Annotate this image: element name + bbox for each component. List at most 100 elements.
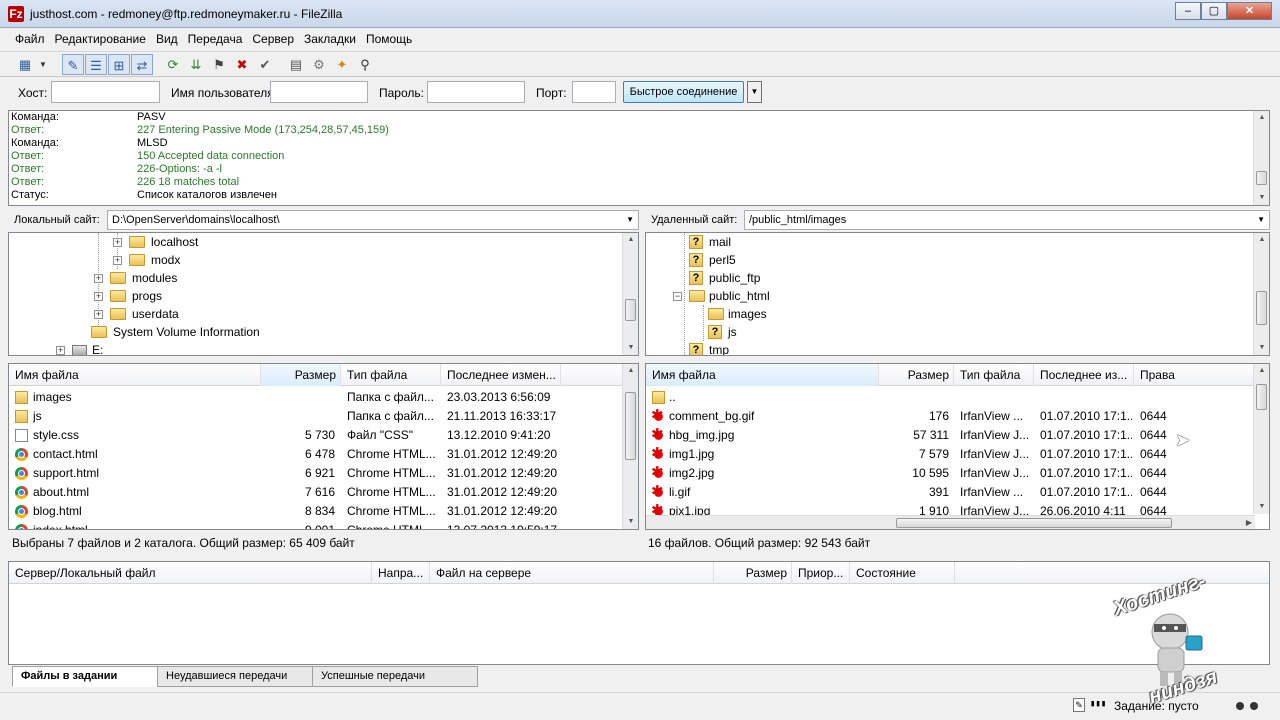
toggle-queue-icon[interactable]: ⇄ bbox=[131, 54, 153, 75]
remote-tree-scrollbar[interactable]: ▲ ▼ bbox=[1253, 233, 1269, 355]
table-row[interactable]: img2.jpg 10 595 IrfanView J... 01.07.2010 1… bbox=[646, 463, 1255, 483]
column-local-file[interactable]: Сервер/Локальный файл bbox=[9, 562, 372, 584]
collapse-icon[interactable]: − bbox=[673, 292, 682, 301]
expand-icon[interactable]: + bbox=[113, 256, 122, 265]
dropdown-arrow-icon[interactable]: ▼ bbox=[36, 54, 50, 75]
local-list-scrollbar[interactable]: ▲ ▼ bbox=[622, 364, 638, 529]
column-size[interactable]: Размер bbox=[714, 562, 792, 584]
quickconnect-button[interactable]: Быстрое соединение bbox=[623, 81, 744, 103]
log-type: Ответ: bbox=[11, 176, 45, 188]
table-row[interactable]: li.gif 391 IrfanView ... 01.07.2010 17:1...… bbox=[646, 482, 1255, 502]
column-size[interactable]: Размер bbox=[261, 364, 341, 386]
toggle-local-tree-icon[interactable]: ☰ bbox=[85, 54, 107, 75]
chevron-down-icon[interactable]: ▼ bbox=[626, 211, 634, 229]
column-filetype[interactable]: Тип файла bbox=[954, 364, 1034, 386]
expand-icon[interactable]: + bbox=[113, 238, 122, 247]
scroll-up-icon[interactable]: ▲ bbox=[1254, 233, 1269, 247]
refresh-icon[interactable]: ⟳ bbox=[162, 54, 184, 75]
port-input[interactable] bbox=[572, 81, 616, 103]
table-row[interactable]: style.css 5 730 Файл "CSS" 13.12.2010 9:41:… bbox=[9, 426, 638, 445]
column-filename[interactable]: Имя файла bbox=[9, 364, 261, 386]
remote-path-combo[interactable]: /public_html/images ▼ bbox=[744, 210, 1270, 230]
column-status[interactable]: Состояние bbox=[850, 562, 955, 584]
scroll-down-icon[interactable]: ▼ bbox=[623, 515, 638, 529]
tab-queued-files[interactable]: Файлы в задании bbox=[12, 666, 158, 687]
remote-list-hscrollbar[interactable]: ▶ bbox=[646, 515, 1255, 529]
tab-successful-transfers[interactable]: Успешные передачи bbox=[312, 666, 478, 687]
scroll-down-icon[interactable]: ▼ bbox=[623, 341, 638, 355]
toggle-log-icon[interactable]: ✎ bbox=[62, 54, 84, 75]
tab-failed-transfers[interactable]: Неудавшиеся передачи bbox=[157, 666, 313, 687]
scroll-thumb[interactable] bbox=[625, 299, 636, 321]
scroll-thumb[interactable] bbox=[1256, 384, 1267, 410]
menu-edit[interactable]: Редактирование bbox=[50, 29, 151, 50]
remote-list-scrollbar[interactable]: ▲ ▼ bbox=[1253, 364, 1269, 514]
scroll-down-icon[interactable]: ▼ bbox=[1254, 191, 1269, 205]
expand-icon[interactable]: + bbox=[94, 274, 103, 283]
menu-server[interactable]: Сервер bbox=[247, 29, 299, 50]
table-row[interactable]: comment_bg.gif 176 IrfanView ... 01.07.2010… bbox=[646, 406, 1255, 426]
menu-bookmarks[interactable]: Закладки bbox=[299, 29, 361, 50]
filter-icon[interactable]: ✦ bbox=[331, 54, 353, 75]
table-row[interactable]: .. bbox=[646, 388, 1255, 407]
scroll-up-icon[interactable]: ▲ bbox=[623, 233, 638, 247]
host-input[interactable] bbox=[51, 81, 160, 103]
table-row[interactable]: blog.html 8 834 Chrome HTML... 31.01.2012 1… bbox=[9, 502, 638, 521]
column-remote-file[interactable]: Файл на сервере bbox=[430, 562, 714, 584]
close-button[interactable]: ✕ bbox=[1227, 2, 1272, 20]
table-row[interactable]: js Папка с файл... 21.11.2013 16:33:17 bbox=[9, 407, 638, 426]
search-icon[interactable]: ⚲ bbox=[354, 54, 376, 75]
process-queue-icon[interactable]: ⇊ bbox=[185, 54, 207, 75]
log-scrollbar[interactable]: ▲ ▼ bbox=[1253, 111, 1269, 205]
scroll-up-icon[interactable]: ▲ bbox=[1254, 111, 1269, 125]
table-row[interactable]: contact.html 6 478 Chrome HTML... 31.01.201… bbox=[9, 445, 638, 464]
username-input[interactable] bbox=[270, 81, 368, 103]
table-row[interactable]: hbg_img.jpg 57 311 IrfanView J... 01.07.201… bbox=[646, 425, 1255, 445]
minimize-button[interactable]: – bbox=[1175, 2, 1201, 20]
password-input[interactable] bbox=[427, 81, 525, 103]
scroll-thumb[interactable] bbox=[1256, 291, 1267, 325]
table-row[interactable]: img1.jpg 7 579 IrfanView J... 01.07.2010 17… bbox=[646, 444, 1255, 464]
local-tree-scrollbar[interactable]: ▲ ▼ bbox=[622, 233, 638, 355]
disconnect-icon[interactable]: ✖ bbox=[231, 54, 253, 75]
expand-icon[interactable]: + bbox=[94, 310, 103, 319]
file-modified: 13.12.2010 9:41:20 bbox=[447, 428, 551, 442]
expand-icon[interactable]: + bbox=[56, 346, 65, 355]
reconnect-icon[interactable]: ✔ bbox=[254, 54, 276, 75]
table-row[interactable]: support.html 6 921 Chrome HTML... 31.01.201… bbox=[9, 464, 638, 483]
scroll-down-icon[interactable]: ▼ bbox=[1254, 500, 1269, 514]
column-direction[interactable]: Напра... bbox=[372, 562, 430, 584]
scroll-up-icon[interactable]: ▲ bbox=[623, 364, 638, 378]
column-permissions[interactable]: Права bbox=[1134, 364, 1254, 386]
file-modified: 01.07.2010 17:1... bbox=[1040, 466, 1132, 480]
menu-file[interactable]: Файл bbox=[10, 29, 50, 50]
column-filename[interactable]: Имя файла bbox=[646, 364, 879, 386]
scroll-down-icon[interactable]: ▼ bbox=[1254, 341, 1269, 355]
column-size[interactable]: Размер bbox=[879, 364, 954, 386]
scroll-thumb[interactable] bbox=[625, 392, 636, 460]
toggle-remote-tree-icon[interactable]: ⊞ bbox=[108, 54, 130, 75]
site-manager-icon[interactable]: ▦ bbox=[14, 54, 36, 75]
column-priority[interactable]: Приор... bbox=[792, 562, 850, 584]
local-path-combo[interactable]: D:\OpenServer\domains\localhost\ ▼ bbox=[107, 210, 639, 230]
table-row[interactable]: index.html 9 001 Chrome HTML... 13.07.2013 … bbox=[9, 521, 638, 529]
scroll-thumb[interactable] bbox=[896, 518, 1172, 528]
scroll-thumb[interactable] bbox=[1256, 171, 1267, 185]
sync-browse-icon[interactable]: ⚙ bbox=[308, 54, 330, 75]
cancel-icon[interactable]: ⚑ bbox=[208, 54, 230, 75]
directory-compare-icon[interactable]: ▤ bbox=[285, 54, 307, 75]
column-filetype[interactable]: Тип файла bbox=[341, 364, 441, 386]
table-row[interactable]: images Папка с файл... 23.03.2013 6:56:09 bbox=[9, 388, 638, 407]
column-modified[interactable]: Последнее измен... bbox=[441, 364, 561, 386]
maximize-button[interactable]: ▢ bbox=[1201, 2, 1227, 20]
column-modified[interactable]: Последнее из... bbox=[1034, 364, 1134, 386]
expand-icon[interactable]: + bbox=[94, 292, 103, 301]
menu-view[interactable]: Вид bbox=[151, 29, 183, 50]
chevron-down-icon[interactable]: ▼ bbox=[1257, 211, 1265, 229]
quickconnect-dropdown-button[interactable]: ▼ bbox=[747, 81, 762, 103]
scroll-right-icon[interactable]: ▶ bbox=[1246, 516, 1252, 529]
table-row[interactable]: about.html 7 616 Chrome HTML... 31.01.2012 … bbox=[9, 483, 638, 502]
scroll-up-icon[interactable]: ▲ bbox=[1254, 364, 1269, 378]
menu-help[interactable]: Помощь bbox=[361, 29, 417, 50]
menu-transfer[interactable]: Передача bbox=[183, 29, 248, 50]
